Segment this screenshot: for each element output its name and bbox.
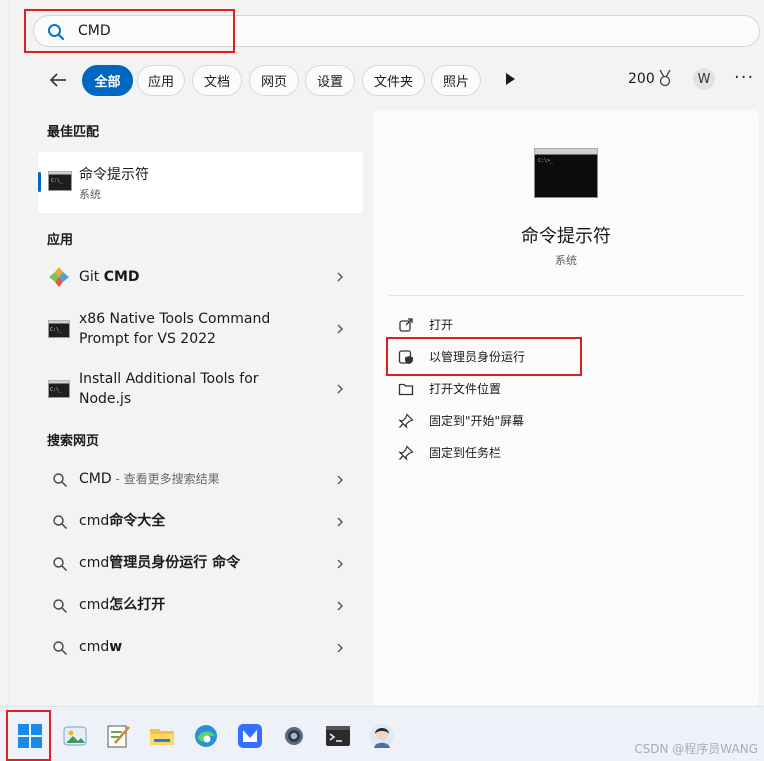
detail-subtitle: 系统 [555, 254, 577, 267]
app-item-git-cmd[interactable]: Git CMD [38, 262, 363, 292]
chevron-right-icon [337, 475, 343, 485]
notepad-icon[interactable] [105, 723, 131, 749]
web-result-label: cmd管理员身份运行 命令 [79, 555, 241, 571]
search-icon [53, 557, 68, 572]
web-result-cmd[interactable]: CMD - 查看更多搜索结果 [38, 466, 363, 494]
folder-icon [398, 383, 414, 396]
web-result-cmd-open[interactable]: cmd怎么打开 [38, 592, 363, 620]
tab-apps[interactable]: 应用 [137, 65, 185, 96]
terminal-icon: C:\_ [48, 171, 72, 191]
pin-icon [398, 445, 414, 461]
search-icon [53, 515, 68, 530]
chevron-right-icon [337, 559, 343, 569]
more-options-button[interactable]: ··· [734, 67, 754, 88]
taskbar: CSDN @程序员WANG [0, 706, 764, 761]
photos-icon[interactable] [62, 723, 88, 749]
app-item-label: x86 Native Tools Command Prompt for VS 2… [79, 311, 271, 347]
file-explorer-icon[interactable] [149, 723, 175, 749]
action-pin-to-taskbar[interactable]: 固定到任务栏 [398, 443, 698, 463]
chevron-right-icon [337, 601, 343, 611]
app-item-label: Install Additional Tools for Node.js [79, 371, 259, 407]
watermark: CSDN @程序员WANG [634, 742, 758, 756]
best-match-subtitle: 系统 [79, 188, 101, 201]
terminal-icon[interactable] [325, 723, 351, 749]
web-search-heading: 搜索网页 [47, 434, 100, 449]
tab-folders[interactable]: 文件夹 [362, 65, 425, 96]
tab-settings[interactable]: 设置 [305, 65, 355, 96]
terminal-icon: C:\_ [48, 320, 70, 338]
avatar-icon[interactable] [369, 723, 395, 749]
svg-text:C:\_: C:\_ [50, 327, 63, 333]
tab-documents[interactable]: 文档 [192, 65, 242, 96]
chevron-right-icon [337, 517, 343, 527]
best-match-heading: 最佳匹配 [47, 125, 100, 140]
web-result-cmd-admin[interactable]: cmd管理员身份运行 命令 [38, 550, 363, 578]
background-window-edge [0, 0, 10, 706]
app-item-install-node-tools[interactable]: C:\_ Install Additional Tools for Node.j… [38, 368, 363, 410]
settings-icon[interactable] [281, 723, 307, 749]
terminal-icon: C:\>_ [534, 148, 598, 198]
terminal-icon: C:\_ [48, 380, 70, 398]
tab-photos[interactable]: 照片 [431, 65, 481, 96]
web-result-label: cmd怎么打开 [79, 597, 166, 613]
action-open-file-location[interactable]: 打开文件位置 [398, 379, 698, 399]
search-icon [53, 599, 68, 614]
tab-all[interactable]: 全部 [82, 65, 133, 96]
rewards-points[interactable]: 200 [628, 71, 655, 87]
action-open[interactable]: 打开 [398, 315, 698, 335]
svg-text:C:\>_: C:\>_ [538, 158, 554, 164]
back-arrow-icon [49, 73, 66, 87]
best-match-item[interactable]: C:\_ 命令提示符 系统 [38, 152, 363, 213]
web-result-cmd-commands[interactable]: cmd命令大全 [38, 508, 363, 536]
chevron-right-icon [337, 643, 343, 653]
svg-text:C:\_: C:\_ [51, 178, 64, 184]
chevron-right-icon [337, 272, 343, 282]
tab-web[interactable]: 网页 [249, 65, 299, 96]
run-as-admin-highlight-box [386, 337, 582, 376]
divider [389, 295, 743, 296]
chevron-right-icon [337, 324, 343, 334]
web-result-label: CMD - 查看更多搜索结果 [79, 471, 220, 487]
detail-title: 命令提示符 [521, 226, 611, 247]
chevron-right-icon [337, 384, 343, 394]
best-match-name: 命令提示符 [79, 167, 149, 183]
git-icon [49, 267, 69, 287]
selection-indicator [38, 172, 41, 192]
action-pin-to-start[interactable]: 固定到"开始"屏幕 [398, 411, 698, 431]
search-highlight-box [24, 9, 235, 53]
web-result-cmdw[interactable]: cmdw [38, 634, 363, 662]
web-result-label: cmd命令大全 [79, 513, 166, 529]
more-filters-play-icon[interactable] [503, 72, 517, 86]
open-external-icon [399, 318, 413, 332]
app-item-label: Git CMD [79, 269, 140, 285]
account-avatar[interactable]: W [693, 68, 715, 90]
web-result-label: cmdw [79, 639, 123, 655]
edge-icon[interactable] [193, 723, 219, 749]
start-button-highlight-box [6, 710, 51, 761]
rewards-medal-icon[interactable] [657, 69, 673, 87]
apps-heading: 应用 [47, 233, 74, 248]
back-button[interactable] [45, 67, 71, 93]
svg-text:C:\_: C:\_ [50, 387, 63, 393]
detail-pane: C:\>_ 命令提示符 系统 打开 以管理员身份运行 打开文件位置 固定到"开始… [373, 110, 759, 706]
pin-icon [398, 413, 414, 429]
filter-bar: 全部 应用 文档 网页 设置 文件夹 照片 200 W ··· [45, 63, 760, 97]
search-icon [53, 641, 68, 656]
feishu-icon[interactable] [237, 723, 263, 749]
search-icon [53, 473, 68, 488]
app-item-x86-native-tools[interactable]: C:\_ x86 Native Tools Command Prompt for… [38, 308, 363, 350]
